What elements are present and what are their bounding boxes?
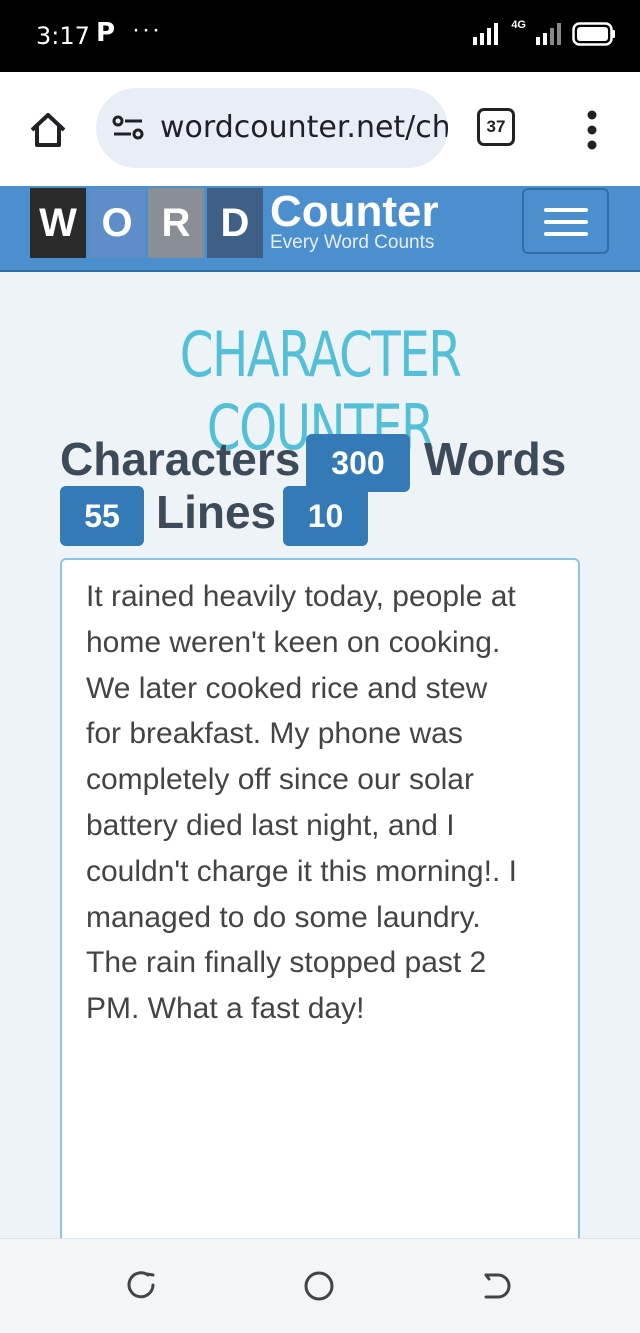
logo-tile-r: R — [148, 188, 204, 258]
status-time: 3:17 — [36, 22, 90, 50]
hamburger-line — [544, 220, 588, 224]
characters-count-badge: 300 — [306, 434, 410, 492]
editor-line: for breakfast. My phone was — [86, 717, 463, 751]
network-type-label: 4G — [511, 19, 526, 31]
tab-switcher-button[interactable]: 37 — [477, 108, 515, 146]
recent-apps-icon[interactable] — [124, 1269, 158, 1303]
hamburger-line — [544, 232, 588, 236]
text-input-area[interactable]: It rained heavily today, people at home … — [60, 558, 580, 1258]
words-label: Words — [424, 433, 567, 485]
editor-line: couldn't charge it this morning!. I — [86, 854, 517, 888]
characters-label: Characters — [60, 433, 301, 485]
back-nav-icon[interactable] — [480, 1269, 514, 1303]
url-text: wordcounter.net/ch — [160, 110, 448, 145]
address-bar[interactable]: wordcounter.net/ch — [96, 88, 448, 168]
site-settings-icon[interactable] — [112, 114, 146, 142]
browser-toolbar: wordcounter.net/ch 37 — [0, 72, 640, 186]
status-bar: 3:17 P ··· 4G — [0, 0, 640, 72]
logo-tile-o: O — [89, 188, 145, 258]
words-count-badge: 55 — [60, 486, 144, 546]
editor-line: completely off since our solar — [86, 763, 474, 797]
signal-bars-icon — [536, 23, 561, 45]
status-indicators: 4G — [473, 19, 616, 46]
editor-line: We later cooked rice and stew — [86, 671, 488, 705]
more-notifications-icon: ··· — [132, 16, 162, 43]
hamburger-line — [544, 208, 588, 212]
logo-wordmark: Counter — [270, 187, 439, 236]
editor-line: The rain finally stopped past 2 — [86, 946, 487, 980]
editor-content: It rained heavily today, people at home … — [86, 574, 554, 1032]
editor-line: battery died last night, and I — [86, 808, 455, 842]
lines-count-badge: 10 — [283, 486, 368, 546]
more-options-icon[interactable] — [580, 108, 604, 152]
logo-tagline: Every Word Counts — [270, 232, 435, 253]
site-header: W O R D Counter Every Word Counts — [0, 186, 640, 272]
signal-strength-icon — [473, 23, 499, 45]
editor-line: PM. What a fast day! — [86, 992, 365, 1026]
editor-line: managed to do some laundry. — [86, 900, 481, 934]
home-icon[interactable] — [26, 108, 70, 152]
notification-app-icon: P — [96, 18, 116, 48]
system-navigation-bar — [0, 1238, 640, 1333]
editor-line: home weren't keen on cooking. — [86, 625, 501, 659]
hamburger-menu-button[interactable] — [522, 188, 609, 254]
editor-line: It rained heavily today, people at — [86, 580, 516, 613]
logo-tile-w: W — [30, 188, 86, 258]
home-nav-icon[interactable] — [302, 1269, 336, 1303]
lines-label: Lines — [156, 486, 277, 538]
battery-icon — [572, 22, 615, 46]
logo-tile-d: D — [207, 188, 263, 258]
